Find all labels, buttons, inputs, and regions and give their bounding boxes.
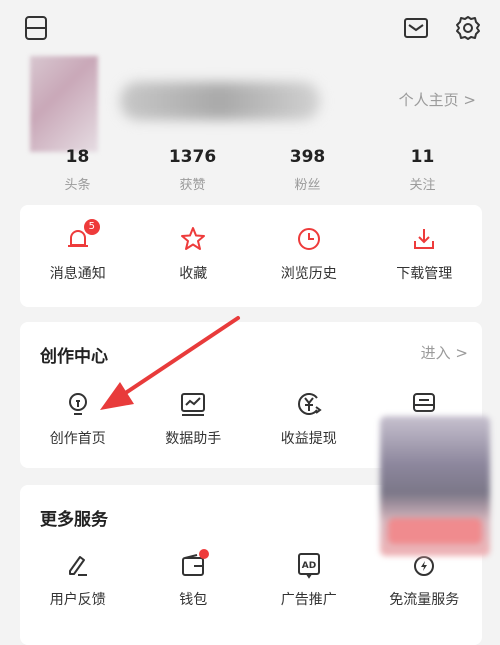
settings-gear-icon[interactable]	[454, 14, 482, 42]
more-services-title: 更多服务	[40, 510, 108, 530]
pen-icon	[68, 556, 87, 576]
wallet-red-dot	[199, 549, 210, 559]
ad-promotion-button[interactable]: AD 广告推广	[251, 551, 367, 609]
user-feedback-label: 用户反馈	[49, 592, 106, 608]
creator-home-button[interactable]: 创作首页	[20, 390, 136, 448]
personal-home-link[interactable]: 个人主页 >	[399, 89, 476, 110]
free-data-service-button[interactable]: 免流量服务	[367, 551, 483, 609]
lightbulb-icon	[68, 393, 87, 415]
notification-badge: 5	[83, 219, 100, 235]
history-button[interactable]: 浏览历史	[251, 225, 367, 283]
ad-promotion-label: 广告推广	[280, 592, 337, 608]
earnings-withdraw-button[interactable]: 收益提现	[251, 390, 367, 448]
username-blurred	[120, 82, 320, 120]
wallet-button[interactable]: 钱包	[136, 549, 252, 609]
stat-label: 关注	[409, 178, 436, 193]
avatar[interactable]	[30, 56, 98, 152]
notifications-label: 消息通知	[49, 266, 106, 282]
favorites-button[interactable]: 收藏	[136, 225, 252, 283]
favorites-label: 收藏	[179, 266, 208, 282]
stat-value: 11	[410, 147, 435, 167]
clock-icon	[297, 228, 320, 250]
profile-header: 个人主页 > 18 头条 1376 获赞 398 粉丝 11 关注	[0, 56, 500, 196]
notifications-button[interactable]: 5 消息通知	[20, 219, 136, 283]
message-icon	[413, 393, 436, 412]
stat-label: 头条	[64, 178, 91, 193]
data-assistant-button[interactable]: 数据助手	[136, 390, 252, 448]
stat-value: 18	[65, 147, 90, 167]
wallet-label: 钱包	[179, 592, 208, 608]
scan-icon[interactable]	[22, 14, 50, 42]
stat-headlines[interactable]: 18 头条	[20, 146, 135, 196]
mail-icon[interactable]	[402, 14, 430, 42]
yuan-coin-icon	[297, 393, 322, 415]
floating-ad-widget[interactable]	[380, 416, 490, 556]
free-data-label: 免流量服务	[389, 592, 460, 608]
ad-icon: AD	[297, 553, 320, 579]
top-bar	[0, 0, 500, 56]
star-icon	[181, 227, 206, 250]
data-assistant-label: 数据助手	[165, 431, 222, 447]
floating-ad-button[interactable]	[388, 518, 482, 544]
user-feedback-button[interactable]: 用户反馈	[20, 551, 136, 609]
stats-row: 18 头条 1376 获赞 398 粉丝 11 关注	[20, 146, 480, 196]
downloads-label: 下载管理	[396, 266, 453, 282]
stat-label: 获赞	[179, 178, 206, 193]
download-icon	[414, 229, 435, 249]
creation-center-title: 创作中心	[40, 347, 108, 367]
earnings-label: 收益提现	[280, 431, 337, 447]
svg-text:AD: AD	[302, 561, 316, 571]
creation-enter-link[interactable]: 进入 >	[421, 342, 468, 363]
quick-actions-card: 5 消息通知 收藏 浏览历史 下载管理	[20, 205, 482, 307]
stat-likes[interactable]: 1376 获赞	[135, 146, 250, 196]
stat-value: 398	[289, 147, 326, 167]
history-label: 浏览历史	[280, 266, 337, 282]
stat-value: 1376	[168, 147, 217, 167]
creator-home-label: 创作首页	[49, 431, 106, 447]
stat-followers[interactable]: 398 粉丝	[250, 146, 365, 196]
downloads-button[interactable]: 下载管理	[367, 225, 483, 283]
stat-following[interactable]: 11 关注	[365, 146, 480, 196]
stat-label: 粉丝	[294, 178, 321, 193]
chart-monitor-icon	[181, 393, 206, 416]
